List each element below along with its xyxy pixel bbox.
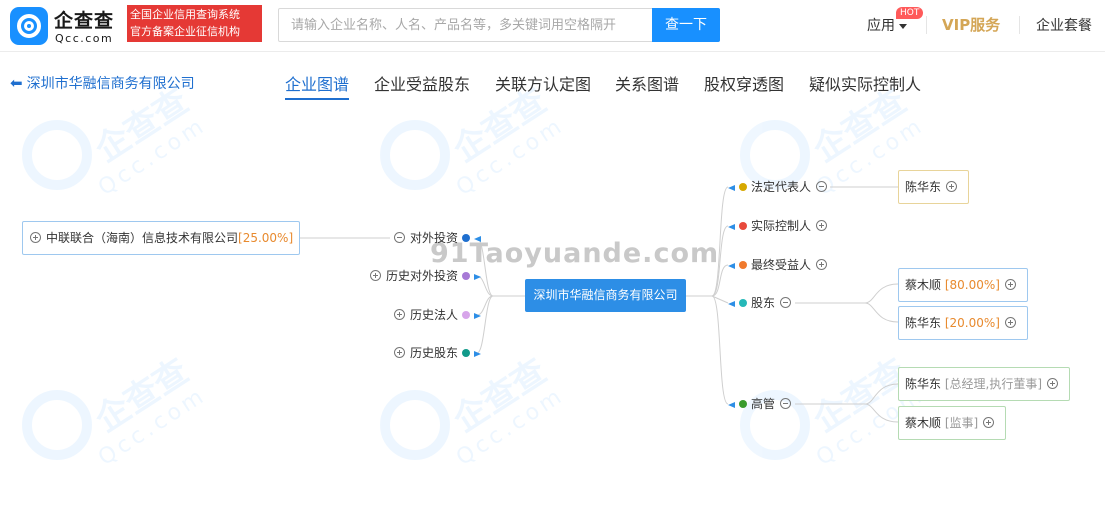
- branch-dot-icon: [739, 221, 747, 230]
- expand-icon[interactable]: [983, 417, 995, 428]
- app: 企查查 Qcc.com 企查查 Qcc.com 企查查 Qcc.com 企查查 Qcc.…: [0, 0, 1105, 507]
- expand-icon[interactable]: [394, 309, 405, 320]
- collapse-icon[interactable]: [816, 181, 828, 192]
- branch-outward-investment[interactable]: 对外投资: [389, 230, 482, 246]
- collapse-icon[interactable]: [780, 398, 792, 409]
- branch-label: 对外投资: [410, 231, 459, 245]
- branch-executives[interactable]: 高管: [728, 396, 796, 412]
- shareholder-node[interactable]: 蔡木顺 [80.00%]: [898, 268, 1028, 302]
- branch-label: 历史股东: [410, 346, 459, 360]
- investment-node[interactable]: 中联联合（海南）信息技术有限公司[25.00%]: [22, 221, 301, 255]
- arrow-left-icon: [474, 235, 482, 242]
- branch-label: 高管: [751, 397, 776, 411]
- expand-icon[interactable]: [1047, 378, 1059, 389]
- branch-dot-icon: [462, 271, 471, 280]
- expand-icon[interactable]: [394, 347, 405, 358]
- collapse-icon[interactable]: [394, 232, 405, 243]
- person-name: 陈华东: [905, 377, 942, 391]
- arrow-left-icon: [728, 401, 735, 408]
- expand-icon[interactable]: [370, 270, 381, 281]
- executive-node[interactable]: 蔡木顺 [监事]: [898, 406, 1007, 440]
- person-name: 蔡木顺: [905, 278, 942, 292]
- executive-node[interactable]: 陈华东 [总经理,执行董事]: [898, 367, 1071, 401]
- arrow-left-icon: [728, 184, 735, 191]
- person-name: 蔡木顺: [905, 416, 942, 430]
- branch-history-legal-rep[interactable]: 历史法人: [389, 307, 482, 323]
- branch-dot-icon: [462, 348, 471, 357]
- expand-icon[interactable]: [816, 220, 828, 231]
- arrow-left-icon: [728, 300, 735, 307]
- branch-history-shareholders[interactable]: 历史股东: [389, 345, 482, 361]
- branch-dot-icon: [739, 298, 747, 307]
- person-name: 陈华东: [905, 180, 942, 194]
- branch-label: 历史法人: [410, 308, 459, 322]
- branch-label: 法定代表人: [751, 180, 812, 194]
- arrow-left-icon: [728, 223, 735, 230]
- shareholder-percent: [80.00%]: [944, 278, 1000, 292]
- branch-dot-icon: [739, 182, 747, 191]
- investment-percent: [25.00%]: [238, 231, 294, 245]
- branch-history-investment[interactable]: 历史对外投资: [365, 268, 482, 284]
- collapse-icon[interactable]: [780, 297, 792, 308]
- branch-legal-representative[interactable]: 法定代表人: [728, 179, 832, 195]
- branch-label: 实际控制人: [751, 219, 812, 233]
- branch-ultimate-beneficiary[interactable]: 最终受益人: [728, 257, 832, 273]
- expand-icon[interactable]: [30, 232, 41, 243]
- executive-role: [监事]: [944, 416, 979, 430]
- branch-dot-icon: [462, 233, 471, 242]
- investment-company-name: 中联联合（海南）信息技术有限公司: [46, 231, 239, 245]
- arrow-right-icon: [474, 350, 482, 357]
- center-company-node[interactable]: 深圳市华融信商务有限公司: [525, 279, 686, 312]
- executive-role: [总经理,执行董事]: [944, 377, 1043, 391]
- arrow-right-icon: [474, 273, 482, 280]
- shareholder-percent: [20.00%]: [944, 316, 1000, 330]
- branch-shareholders[interactable]: 股东: [728, 295, 796, 311]
- expand-icon[interactable]: [1004, 317, 1016, 328]
- branch-label: 最终受益人: [751, 258, 812, 272]
- arrow-left-icon: [728, 262, 735, 269]
- branch-dot-icon: [739, 260, 747, 269]
- branch-dot-icon: [739, 399, 747, 408]
- branch-actual-controller[interactable]: 实际控制人: [728, 218, 832, 234]
- arrow-right-icon: [474, 312, 482, 319]
- branch-dot-icon: [462, 310, 471, 319]
- legal-rep-node[interactable]: 陈华东: [898, 170, 970, 204]
- shareholder-node[interactable]: 陈华东 [20.00%]: [898, 306, 1028, 340]
- person-name: 陈华东: [905, 316, 942, 330]
- branch-label: 股东: [751, 296, 776, 310]
- expand-icon[interactable]: [816, 259, 828, 270]
- expand-icon[interactable]: [946, 181, 958, 192]
- branch-label: 历史对外投资: [386, 269, 459, 283]
- expand-icon[interactable]: [1004, 279, 1016, 290]
